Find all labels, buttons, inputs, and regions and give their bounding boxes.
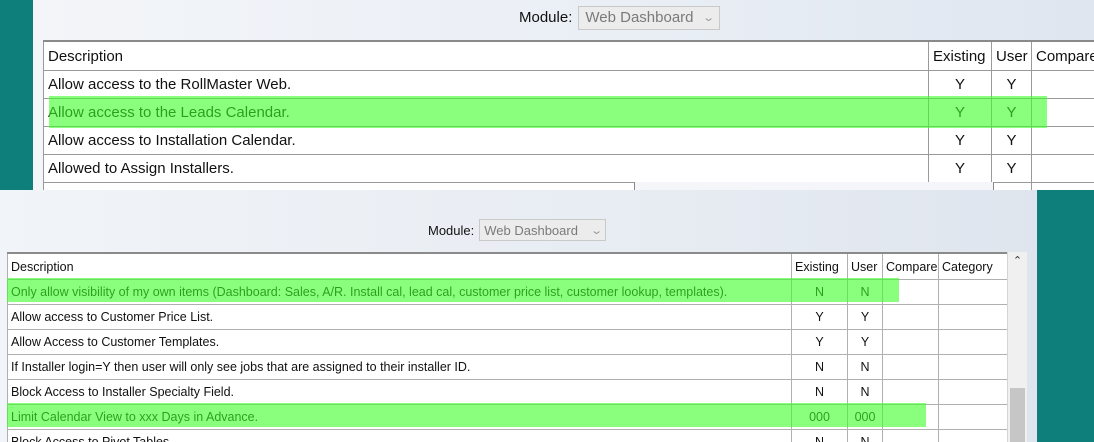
row-category-value xyxy=(938,354,1009,380)
row-description: Allowed to Assign Installers. xyxy=(43,154,929,183)
row-existing-value: 000 xyxy=(791,404,848,430)
row-compare-value xyxy=(882,279,939,305)
row-category-value xyxy=(938,304,1009,330)
row-compare-value xyxy=(882,379,939,405)
row-description: Block Access to Installer Specialty Fiel… xyxy=(7,379,792,405)
row-compare-value xyxy=(882,354,939,380)
background-teal-strip xyxy=(1037,190,1094,442)
module-selector: Module: Web Dashboard ⌄ xyxy=(519,5,721,30)
row-compare-value xyxy=(1031,126,1094,155)
row-description: Allow Access to Customer Templates. xyxy=(7,329,792,355)
column-header-description[interactable]: Description xyxy=(7,252,792,280)
permissions-grid: Description Existing User Compare Catego… xyxy=(7,252,1027,442)
row-compare-value xyxy=(882,304,939,330)
row-existing-value: Y xyxy=(791,329,848,355)
table-row[interactable]: Block Access to Installer Specialty Fiel… xyxy=(7,379,1009,405)
table-row[interactable]: If Installer login=Y then user will only… xyxy=(7,354,1009,380)
module-dropdown-value: Web Dashboard xyxy=(484,222,578,238)
row-existing-value: Y xyxy=(928,126,992,155)
row-description: Limit Calendar View to xxx Days in Advan… xyxy=(7,404,792,430)
row-compare-value xyxy=(882,429,939,442)
column-header-compare[interactable]: Compare xyxy=(882,252,939,280)
module-dropdown[interactable]: Web Dashboard ⌄ xyxy=(578,5,721,30)
row-description: Allow access to Customer Price List. xyxy=(7,304,792,330)
row-existing-value: N xyxy=(791,379,848,405)
module-label: Module: xyxy=(428,222,475,238)
table-row[interactable]: Allow access to Installation Calendar. Y… xyxy=(43,126,1094,155)
row-compare-value xyxy=(882,404,939,430)
column-header-existing[interactable]: Existing xyxy=(928,40,992,71)
background-teal-strip xyxy=(0,0,33,190)
permissions-table: Description Existing User Compare Catego… xyxy=(7,252,1009,442)
row-user-value[interactable]: Y xyxy=(991,154,1032,183)
row-user-value[interactable]: Y xyxy=(991,70,1032,99)
row-user-value[interactable]: Y xyxy=(847,329,883,355)
row-user-value[interactable]: Y xyxy=(991,98,1032,127)
row-description: Allow access to the RollMaster Web. xyxy=(43,70,929,99)
chevron-down-icon[interactable]: ⌄ xyxy=(590,224,603,237)
row-category-value xyxy=(938,329,1009,355)
row-category-value xyxy=(938,279,1009,305)
row-existing-value: Y xyxy=(928,154,992,183)
table-row[interactable]: Allow access to the Leads Calendar. Y Y xyxy=(43,98,1094,127)
column-header-user[interactable]: User xyxy=(991,40,1032,71)
row-description: If Installer login=Y then user will only… xyxy=(7,354,792,380)
row-description: Block Access to Pivot Tables xyxy=(7,429,792,442)
column-header-existing[interactable]: Existing xyxy=(791,252,848,280)
module-dropdown[interactable]: Web Dashboard ⌄ xyxy=(479,219,607,241)
row-category-value xyxy=(938,429,1009,442)
row-category-value xyxy=(938,404,1009,430)
row-compare-value xyxy=(882,329,939,355)
table-row[interactable]: Only allow visibility of my own items (D… xyxy=(7,279,1009,305)
column-header-compare[interactable]: Compare xyxy=(1031,40,1094,71)
row-compare-value xyxy=(1031,154,1094,183)
row-user-value[interactable]: 000 xyxy=(847,404,883,430)
row-existing-value: Y xyxy=(791,304,848,330)
row-existing-value: N xyxy=(791,279,848,305)
row-description: Allow access to Installation Calendar. xyxy=(43,126,929,155)
table-row[interactable]: Allowed to Assign Installers. Y Y xyxy=(43,154,1094,183)
chevron-down-icon[interactable]: ⌄ xyxy=(702,11,715,24)
module-dropdown-value: Web Dashboard xyxy=(585,9,694,26)
row-description: Only allow visibility of my own items (D… xyxy=(7,279,792,305)
row-user-value[interactable]: N xyxy=(847,379,883,405)
vertical-scrollbar[interactable]: ⌃ xyxy=(1007,252,1027,442)
row-user-value[interactable]: Y xyxy=(847,304,883,330)
top-permissions-panel: Module: Web Dashboard ⌄ Description Exis… xyxy=(33,0,1094,190)
column-header-user[interactable]: User xyxy=(847,252,883,280)
table-header-row: Description Existing User Compare xyxy=(43,40,1094,71)
table-row[interactable]: Allow Access to Customer Templates. Y Y xyxy=(7,329,1009,355)
row-existing-value: N xyxy=(791,354,848,380)
table-row[interactable]: Limit Calendar View to xxx Days in Advan… xyxy=(7,404,1009,430)
row-existing-value: N xyxy=(791,429,848,442)
row-compare-value xyxy=(1031,98,1094,127)
row-existing-value: Y xyxy=(928,98,992,127)
bottom-permissions-panel: Module: Web Dashboard ⌄ Description Exis… xyxy=(0,190,1037,442)
table-header-row: Description Existing User Compare Catego… xyxy=(7,252,1009,280)
module-selector: Module: Web Dashboard ⌄ xyxy=(428,218,607,242)
row-category-value xyxy=(938,379,1009,405)
row-existing-value: Y xyxy=(928,70,992,99)
permissions-table: Description Existing User Compare Allow … xyxy=(43,40,1094,190)
table-row[interactable]: Allow access to the RollMaster Web. Y Y xyxy=(43,70,1094,99)
scrollbar-thumb[interactable] xyxy=(1010,388,1025,442)
row-user-value[interactable]: N xyxy=(847,354,883,380)
row-user-value[interactable]: Y xyxy=(991,126,1032,155)
row-user-value[interactable]: N xyxy=(847,429,883,442)
row-user-value[interactable]: N xyxy=(847,279,883,305)
row-description: Allow access to the Leads Calendar. xyxy=(43,98,929,127)
scroll-up-arrow-icon[interactable]: ⌃ xyxy=(1008,254,1027,270)
row-compare-value xyxy=(1031,70,1094,99)
module-label: Module: xyxy=(519,9,573,26)
table-row[interactable]: Block Access to Pivot Tables N N xyxy=(7,429,1009,442)
column-header-description[interactable]: Description xyxy=(43,40,929,71)
column-header-category[interactable]: Category xyxy=(938,252,1009,280)
table-row[interactable]: Allow access to Customer Price List. Y Y xyxy=(7,304,1009,330)
